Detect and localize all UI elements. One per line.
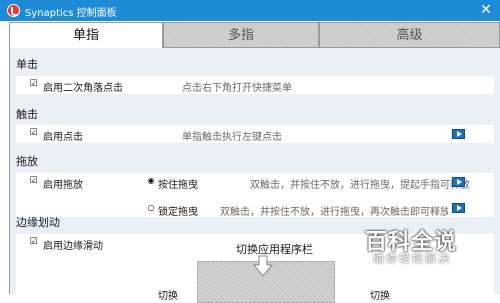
corner-click-label: 启用二次角落点击 xyxy=(43,83,123,94)
radio-hold-drag[interactable]: ◉ xyxy=(146,176,156,186)
section-title-click: 单击 xyxy=(16,58,38,71)
tab-multi-finger[interactable]: 多指 xyxy=(163,22,319,48)
edge-swipe-left-label: 切换 xyxy=(158,291,178,302)
window-title: Synaptics 控制面板 xyxy=(25,8,117,19)
tap-label: 启用点击 xyxy=(43,132,83,143)
video-play-icon[interactable] xyxy=(452,177,465,187)
section-title-edge-swipe: 边缘划动 xyxy=(16,216,60,229)
section-title-tap: 触击 xyxy=(16,108,38,121)
drag-label: 启用拖放 xyxy=(43,180,83,191)
edge-swipe-label: 启用边缘滑动 xyxy=(43,241,103,252)
tab-advanced[interactable]: 高级 xyxy=(319,22,500,48)
checkbox-drag[interactable]: ☑ xyxy=(28,176,39,187)
synaptics-logo-icon xyxy=(7,4,20,17)
settings-row-corner-click: ☑ 启用二次角落点击 点击右下角打开快捷菜单 xyxy=(16,76,494,94)
lock-drag-label: 锁定拖曳 xyxy=(158,207,198,218)
checkbox-edge-swipe[interactable]: ☑ xyxy=(28,237,39,248)
corner-click-description: 点击右下角打开快捷菜单 xyxy=(182,83,292,94)
section-title-drag: 拖放 xyxy=(16,155,38,168)
settings-row-tap: ☑ 启用点击 单指触击执行左键点击 xyxy=(16,125,494,143)
hold-drag-description: 双触击，并按住不放，进行拖曳，提起手指可释放 xyxy=(250,180,470,191)
watermark-subtitle: 助你轻松解决 xyxy=(373,252,451,265)
checkbox-tap[interactable]: ☑ xyxy=(28,128,39,139)
edge-swipe-top-label: 切换应用程序栏 xyxy=(236,243,313,256)
down-arrow-icon xyxy=(253,255,273,277)
tab-strip: 单指 多指 高级 xyxy=(9,22,500,48)
watermark: 百科全说 助你轻松解决 xyxy=(345,210,475,270)
hold-drag-label: 按住拖曳 xyxy=(158,180,198,191)
tap-description: 单指触击执行左键点击 xyxy=(182,132,282,143)
radio-lock-drag[interactable]: ○ xyxy=(146,203,156,213)
close-button[interactable]: ✕ xyxy=(472,0,500,21)
edge-swipe-right-label: 切换 xyxy=(370,291,390,302)
checkbox-corner-click[interactable]: ☑ xyxy=(28,79,39,90)
video-play-icon[interactable] xyxy=(452,129,465,139)
title-bar: Synaptics 控制面板 ✕ xyxy=(0,0,500,21)
tab-single-finger[interactable]: 单指 xyxy=(9,22,163,48)
